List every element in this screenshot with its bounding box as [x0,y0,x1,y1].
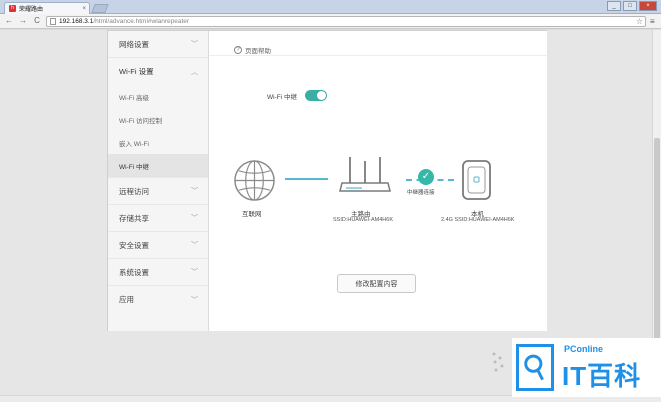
sidebar-item-wifi-settings[interactable]: Wi-Fi 设置 ︿ [108,58,208,85]
chevron-down-icon: ﹀ [191,215,198,222]
watermark-brand: PConline [564,344,604,354]
page-icon [50,17,56,25]
sidebar-item-label: Wi-Fi 设置 [119,67,154,76]
forward-button[interactable]: → [18,16,28,26]
sidebar-item-apps[interactable]: 应用 ﹀ [108,286,208,313]
main-content: ? 页面帮助 Wi-Fi 中继 互联网 主路由 SSID:HUAWEI-AM4H… [209,31,547,331]
modify-config-button[interactable]: 修改配置内容 [337,274,416,293]
sidebar-subitem-embedded-wifi[interactable]: 嵌入 Wi-Fi [108,131,208,154]
sidebar-item-label: 系统设置 [119,267,149,277]
maximize-button[interactable]: □ [623,1,637,11]
url-text[interactable]: 192.168.3.1/html/advance.html#wlanrepeat… [59,18,633,25]
tab-close-icon[interactable]: × [82,6,86,12]
router-icon [339,157,391,192]
sidebar-item-security-settings[interactable]: 安全设置 ﹀ [108,232,208,259]
main-router-ssid: SSID:HUAWEI-AM4H6K [333,217,394,223]
sidebar-item-label: 应用 [119,295,134,304]
sidebar-item-system-settings[interactable]: 系统设置 ﹀ [108,259,208,286]
relay-device-icon [462,160,491,200]
browser-tab[interactable]: h 荣耀路由 × [4,2,90,14]
chevron-up-icon: ︿ [191,68,198,76]
wifi-settings-group: Wi-Fi 设置 ︿ Wi-Fi 高级 Wi-Fi 访问控制 嵌入 Wi-Fi … [108,58,208,178]
minimize-button[interactable]: _ [607,1,621,11]
sidebar-item-remote-access[interactable]: 远程访问 ﹀ [108,178,208,205]
watermark-name: IT百科 [562,361,642,391]
chevron-down-icon: ﹀ [191,41,198,48]
sidebar-item-label: 远程访问 [119,186,149,196]
sidebar-item-storage-sharing[interactable]: 存储共享 ﹀ [108,205,208,232]
reload-button[interactable]: C [32,16,42,26]
browser-toolbar: ← → C 192.168.3.1/html/advance.html#wlan… [0,14,661,29]
globe-icon [234,160,275,201]
connection-line [285,178,328,180]
bookmark-star-icon[interactable]: ☆ [636,17,643,26]
window-controls: _ □ × [607,1,657,11]
divider [209,55,547,56]
sidebar-subitem-wifi-relay[interactable]: Wi-Fi 中继 [108,154,208,177]
pconline-watermark: PConline IT百科 [512,338,661,397]
page-help-label: 页面帮助 [245,48,271,55]
internet-label: 互联网 [242,211,262,218]
chevron-down-icon: ﹀ [191,242,198,249]
url-path: /html/advance.html#wlanrepeater [93,17,190,25]
watermark-dots-icon [492,352,504,372]
chevron-down-icon: ﹀ [191,188,198,195]
honor-favicon-icon: h [9,5,16,12]
sidebar-item-label: 安全设置 [119,240,149,250]
wifi-relay-toggle[interactable] [304,90,327,101]
sidebar-subitem-wifi-advanced[interactable]: Wi-Fi 高级 [108,85,208,108]
sidebar: 网络设置 ﹀ Wi-Fi 设置 ︿ Wi-Fi 高级 Wi-Fi 访问控制 嵌入… [108,31,209,331]
sidebar-subitem-wifi-access-control[interactable]: Wi-Fi 访问控制 [108,108,208,131]
relay-status-label: 中继器连接 [407,190,435,196]
toggle-knob [316,91,326,100]
wifi-relay-row: Wi-Fi 中继 [267,90,327,101]
sidebar-item-label: 网络设置 [119,39,149,49]
wifi-relay-label: Wi-Fi 中继 [267,93,297,101]
chevron-down-icon: ﹀ [191,269,198,276]
close-window-button[interactable]: × [639,1,657,11]
check-icon: ✓ [418,169,434,185]
back-button[interactable]: ← [4,16,14,26]
address-bar[interactable]: 192.168.3.1/html/advance.html#wlanrepeat… [46,15,646,27]
pconline-logo-icon [516,344,554,391]
tab-title: 荣耀路由 [19,7,44,13]
device-ssid: 2.4G SSID:HUAWEI-AM4H6K [441,217,515,223]
chevron-down-icon: ﹀ [191,296,198,304]
help-icon: ? [234,46,242,54]
page-help-link[interactable]: ? 页面帮助 [234,45,271,55]
sidebar-item-network-settings[interactable]: 网络设置 ﹀ [108,31,208,58]
url-host: 192.168.3.1 [59,17,94,25]
browser-menu-icon[interactable]: ≡ [650,17,655,26]
new-tab-button[interactable] [91,4,109,13]
router-admin-panel: 网络设置 ﹀ Wi-Fi 设置 ︿ Wi-Fi 高级 Wi-Fi 访问控制 嵌入… [107,30,547,331]
tab-strip: h 荣耀路由 × _ □ × [0,0,661,14]
sidebar-item-label: 存储共享 [119,213,149,223]
